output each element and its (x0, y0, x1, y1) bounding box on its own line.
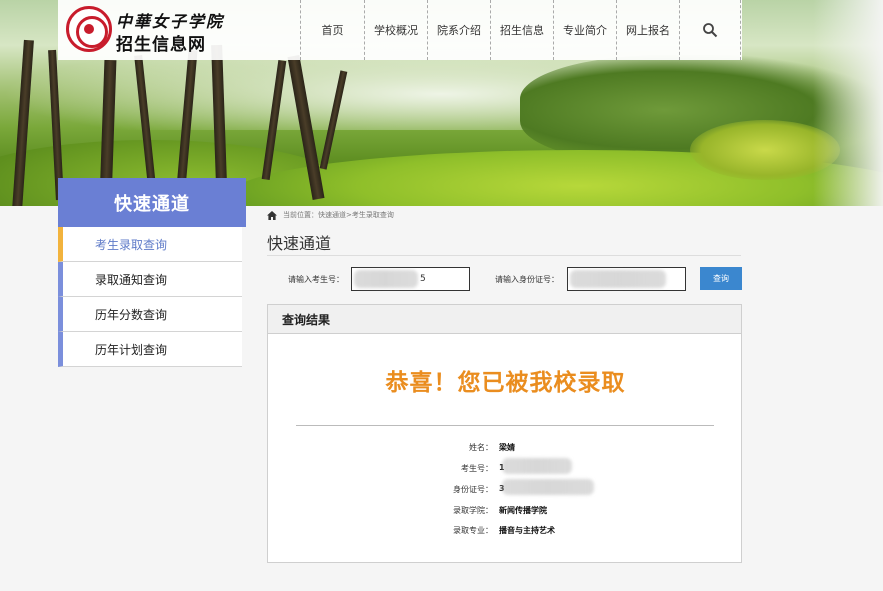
info-value: 播音与主持艺术 (499, 526, 555, 535)
info-label: 录取学院： (453, 506, 493, 515)
info-label: 姓名： (469, 443, 493, 452)
breadcrumb: 当前位置：快速通道>考生录取查询 (267, 210, 394, 220)
search-icon (703, 23, 718, 38)
sidebar-menu: 考生录取查询 录取通知查询 历年分数查询 历年计划查询 (58, 227, 242, 367)
page-title: 快速通道 (267, 234, 332, 253)
nav-online-apply[interactable]: 网上报名 (616, 0, 679, 60)
nav-admission-info[interactable]: 招生信息 (490, 0, 553, 60)
info-label: 录取专业： (453, 526, 493, 535)
sidebar-item-plan-query[interactable]: 历年计划查询 (58, 332, 242, 367)
brand-name[interactable]: 中華女子学院 (116, 8, 224, 32)
id-number-label: 请输入身份证号： (495, 275, 559, 284)
exam-number-label: 请输入考生号： (288, 275, 344, 284)
result-panel: 查询结果 恭喜！您已被我校录取 姓名： 梁婧 考生号： 1 身份证号： 3 录取… (267, 304, 742, 563)
sidebar-title: 快速通道 (58, 178, 246, 227)
main-nav: 首页 学校概况 院系介绍 招生信息 专业简介 网上报名 (300, 0, 741, 60)
info-row-college: 录取学院： 新闻传播学院 (268, 505, 743, 517)
query-button[interactable]: 查询 (700, 267, 742, 290)
congrats-message: 恭喜！您已被我校录取 (385, 369, 626, 396)
sidebar-item-notice-query[interactable]: 录取通知查询 (58, 262, 242, 297)
sidebar-item-score-query[interactable]: 历年分数查询 (58, 297, 242, 332)
info-value: 新闻传播学院 (499, 506, 547, 515)
title-divider (267, 255, 741, 256)
redacted-mask (502, 458, 572, 474)
result-header: 查询结果 (268, 305, 741, 334)
nav-school-overview[interactable]: 学校概况 (364, 0, 427, 60)
nav-majors[interactable]: 专业简介 (553, 0, 616, 60)
info-row-name: 姓名： 梁婧 (268, 442, 743, 454)
info-value: 梁婧 (499, 443, 515, 452)
site-name[interactable]: 招生信息网 (116, 30, 206, 55)
redacted-mask (354, 270, 418, 288)
nav-home[interactable]: 首页 (300, 0, 364, 60)
redacted-mask (502, 479, 594, 495)
college-logo[interactable] (66, 6, 112, 52)
redacted-mask (570, 270, 666, 288)
info-row-major: 录取专业： 播音与主持艺术 (268, 525, 743, 537)
result-divider (296, 425, 714, 426)
breadcrumb-text: 当前位置：快速通道>考生录取查询 (283, 211, 394, 219)
info-label: 身份证号： (453, 485, 493, 494)
sidebar-item-admission-query[interactable]: 考生录取查询 (58, 227, 242, 262)
site-header: 中華女子学院 招生信息网 首页 学校概况 院系介绍 招生信息 专业简介 网上报名 (58, 0, 742, 60)
info-label: 考生号： (461, 464, 493, 473)
home-icon[interactable] (267, 210, 277, 220)
nav-departments[interactable]: 院系介绍 (427, 0, 490, 60)
search-button[interactable] (679, 0, 741, 60)
